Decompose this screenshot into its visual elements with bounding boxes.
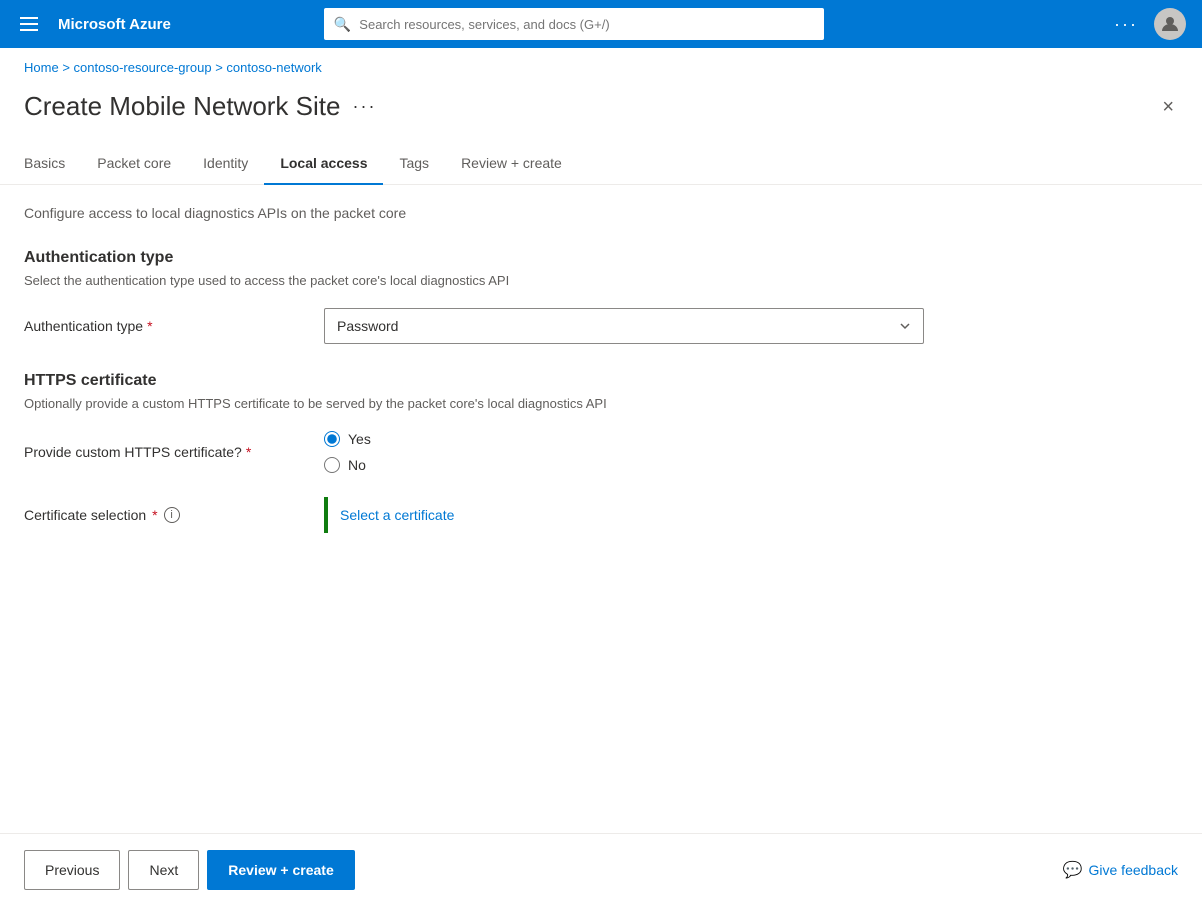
next-button[interactable]: Next (128, 850, 199, 890)
previous-button[interactable]: Previous (24, 850, 120, 890)
search-icon: 🔍 (334, 16, 351, 33)
page-title: Create Mobile Network Site (24, 91, 340, 122)
auth-section-subtitle: Select the authentication type used to a… (24, 273, 1178, 288)
provide-cert-required-marker: * (246, 444, 251, 460)
tab-review-create[interactable]: Review + create (445, 147, 578, 185)
page-header: Create Mobile Network Site ··· × (0, 79, 1202, 122)
topbar-more-icon[interactable]: ··· (1114, 14, 1138, 35)
provide-cert-row: Provide custom HTTPS certificate? * Yes … (24, 431, 1178, 473)
https-section: HTTPS certificate Optionally provide a c… (24, 372, 1178, 533)
cert-info-icon[interactable]: i (164, 507, 180, 523)
hamburger-menu[interactable] (16, 13, 42, 35)
provide-cert-control: Yes No (324, 431, 924, 473)
breadcrumb: Home > contoso-resource-group > contoso-… (0, 48, 1202, 79)
feedback-label: Give feedback (1089, 862, 1179, 878)
radio-yes-input[interactable] (324, 431, 340, 447)
cert-indicator (324, 497, 328, 533)
auth-type-row: Authentication type * Password AAD Certi… (24, 308, 1178, 344)
cert-selection-row: Certificate selection * i Select a certi… (24, 497, 1178, 533)
topbar-right: ··· (1114, 8, 1186, 40)
cert-required-marker: * (152, 507, 157, 523)
tabs-container: Basics Packet core Identity Local access… (0, 122, 1202, 185)
https-section-title: HTTPS certificate (24, 372, 1178, 390)
auth-type-control: Password AAD Certificate (324, 308, 924, 344)
tab-basics[interactable]: Basics (24, 147, 81, 185)
avatar[interactable] (1154, 8, 1186, 40)
tab-packet-core[interactable]: Packet core (81, 147, 187, 185)
give-feedback-button[interactable]: 💬 Give feedback (1063, 860, 1178, 880)
page-title-row: Create Mobile Network Site ··· (24, 91, 376, 122)
footer: Previous Next Review + create 💬 Give fee… (0, 833, 1202, 906)
auth-type-select[interactable]: Password AAD Certificate (324, 308, 924, 344)
cert-selection-control: Select a certificate (324, 497, 924, 533)
select-certificate-link[interactable]: Select a certificate (340, 507, 454, 523)
radio-no-label: No (348, 457, 366, 473)
auth-section: Authentication type Select the authentic… (24, 249, 1178, 344)
provide-cert-label: Provide custom HTTPS certificate? * (24, 444, 324, 460)
auth-type-label: Authentication type * (24, 318, 324, 334)
page-title-more[interactable]: ··· (352, 96, 376, 117)
search-bar[interactable]: 🔍 (324, 8, 824, 40)
auth-section-title: Authentication type (24, 249, 1178, 267)
radio-yes[interactable]: Yes (324, 431, 924, 447)
auth-required-marker: * (147, 318, 152, 334)
cert-selection-label: Certificate selection (24, 507, 146, 523)
tab-identity[interactable]: Identity (187, 147, 264, 185)
https-section-subtitle: Optionally provide a custom HTTPS certif… (24, 396, 1178, 411)
radio-group-cert: Yes No (324, 431, 924, 473)
main-content: Configure access to local diagnostics AP… (0, 185, 1202, 785)
app-title: Microsoft Azure (58, 16, 171, 33)
breadcrumb-home[interactable]: Home (24, 60, 59, 75)
cert-selection-label-wrap: Certificate selection * i (24, 507, 324, 523)
close-button[interactable]: × (1158, 93, 1178, 121)
radio-no[interactable]: No (324, 457, 924, 473)
breadcrumb-resource-group[interactable]: contoso-resource-group (74, 60, 212, 75)
section-description: Configure access to local diagnostics AP… (24, 205, 1178, 221)
tab-tags[interactable]: Tags (383, 147, 445, 185)
breadcrumb-network[interactable]: contoso-network (226, 60, 321, 75)
search-input[interactable] (359, 17, 814, 32)
feedback-icon: 💬 (1063, 860, 1083, 880)
tab-local-access[interactable]: Local access (264, 147, 383, 185)
review-create-button[interactable]: Review + create (207, 850, 354, 890)
radio-yes-label: Yes (348, 431, 371, 447)
topbar: Microsoft Azure 🔍 ··· (0, 0, 1202, 48)
radio-no-input[interactable] (324, 457, 340, 473)
